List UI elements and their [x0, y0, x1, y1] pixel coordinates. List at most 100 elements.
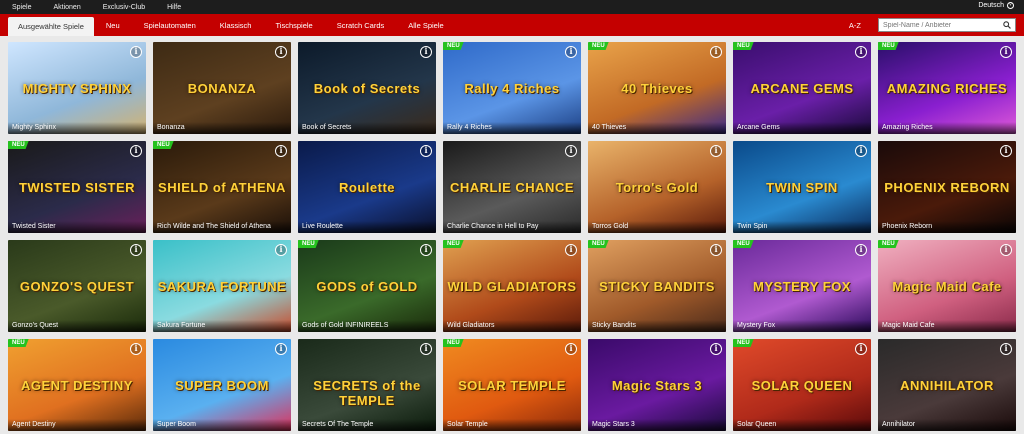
game-tile[interactable]: GONZO'S QUEST i Gonzo's Quest — [8, 240, 146, 332]
search-input[interactable] — [879, 21, 999, 29]
game-tile[interactable]: ANNIHILATOR i Annihilator — [878, 339, 1016, 431]
info-icon[interactable]: i — [130, 343, 142, 355]
info-icon[interactable]: i — [565, 46, 577, 58]
new-badge: NEU — [443, 42, 464, 50]
game-tile[interactable]: GODS of GOLD NEU i Gods of Gold INFINIREELS — [298, 240, 436, 332]
game-logo: Book of Secrets — [313, 80, 421, 96]
game-tile[interactable]: 40 Thieves NEU i 40 Thieves — [588, 42, 726, 134]
info-icon[interactable]: i — [130, 244, 142, 256]
game-tile[interactable]: AMAZING RICHES NEU i Amazing Riches — [878, 42, 1016, 134]
language-selector[interactable]: Deutsch ˅ — [978, 2, 1014, 9]
game-logo: SAKURA FORTUNE — [157, 278, 287, 294]
tab-ausgewaehlte-spiele[interactable]: Ausgewählte Spiele — [8, 17, 94, 36]
game-title: Rally 4 Riches — [443, 122, 581, 134]
game-tile[interactable]: SOLAR TEMPLE NEU i Solar Temple — [443, 339, 581, 431]
tab-tischspiele[interactable]: Tischspiele — [263, 14, 324, 36]
game-title: Solar Queen — [733, 419, 871, 431]
game-tile[interactable]: WILD GLADIATORS NEU i Wild Gladiators — [443, 240, 581, 332]
game-tile[interactable]: SUPER BOOM i Super Boom — [153, 339, 291, 431]
topbar-item-hilfe[interactable]: Hilfe — [167, 4, 181, 11]
game-tile[interactable]: Rally 4 Riches NEU i Rally 4 Riches — [443, 42, 581, 134]
game-tile[interactable]: SHIELD of ATHENA NEU i Rich Wilde and The S… — [153, 141, 291, 233]
game-logo: BONANZA — [187, 80, 257, 96]
game-logo: WILD GLADIATORS — [447, 278, 577, 294]
az-sort-button[interactable]: A-Z — [849, 21, 861, 30]
game-title: Arcane Gems — [733, 122, 871, 134]
game-tile[interactable]: CHARLIE CHANCE i Charlie Chance in Hell to… — [443, 141, 581, 233]
game-tile[interactable]: SOLAR QUEEN NEU i Solar Queen — [733, 339, 871, 431]
info-icon[interactable]: i — [710, 343, 722, 355]
info-icon[interactable]: i — [710, 244, 722, 256]
game-tile[interactable]: BONANZA i Bonanza — [153, 42, 291, 134]
game-title: Annihilator — [878, 419, 1016, 431]
info-icon[interactable]: i — [565, 244, 577, 256]
game-logo: SECRETS of the TEMPLE — [313, 377, 421, 408]
game-title: 40 Thieves — [588, 122, 726, 134]
game-title: Bonanza — [153, 122, 291, 134]
game-tile[interactable]: Magic Maid Cafe NEU i Magic Maid Cafe — [878, 240, 1016, 332]
info-icon[interactable]: i — [130, 145, 142, 157]
tab-spielautomaten[interactable]: Spielautomaten — [132, 14, 208, 36]
game-title: Mighty Sphinx — [8, 122, 146, 134]
tab-klassisch[interactable]: Klassisch — [208, 14, 264, 36]
game-logo: SOLAR QUEEN — [751, 377, 853, 393]
game-logo: Roulette — [339, 179, 395, 195]
new-badge: NEU — [733, 42, 754, 50]
info-icon[interactable]: i — [275, 46, 287, 58]
new-badge: NEU — [443, 339, 464, 347]
info-icon[interactable]: i — [1000, 145, 1012, 157]
game-tile[interactable]: Torro's Gold i Torros Gold — [588, 141, 726, 233]
game-tile[interactable]: STICKY BANDITS NEU i Sticky Bandits — [588, 240, 726, 332]
info-icon[interactable]: i — [275, 244, 287, 256]
game-tile[interactable]: TWISTED SISTER NEU i Twisted Sister — [8, 141, 146, 233]
tab-neu[interactable]: Neu — [94, 14, 132, 36]
game-tile[interactable]: MYSTERY FOX NEU i Mystery Fox — [733, 240, 871, 332]
info-icon[interactable]: i — [855, 244, 867, 256]
game-tile[interactable]: Roulette i Live Roulette — [298, 141, 436, 233]
info-icon[interactable]: i — [855, 46, 867, 58]
game-tile[interactable]: Magic Stars 3 i Magic Stars 3 — [588, 339, 726, 431]
tab-alle-spiele[interactable]: Alle Spiele — [396, 14, 455, 36]
info-icon[interactable]: i — [1000, 343, 1012, 355]
info-icon[interactable]: i — [710, 46, 722, 58]
info-icon[interactable]: i — [130, 46, 142, 58]
info-icon[interactable]: i — [420, 343, 432, 355]
category-nav: Ausgewählte Spiele Neu Spielautomaten Kl… — [0, 14, 1024, 36]
tab-scratch-cards[interactable]: Scratch Cards — [325, 14, 397, 36]
topbar-item-aktionen[interactable]: Aktionen — [53, 4, 80, 11]
game-logo: TWISTED SISTER — [18, 179, 136, 195]
info-icon[interactable]: i — [855, 145, 867, 157]
game-title: Gonzo's Quest — [8, 320, 146, 332]
info-icon[interactable]: i — [565, 343, 577, 355]
info-icon[interactable]: i — [710, 145, 722, 157]
game-logo: SOLAR TEMPLE — [458, 377, 566, 393]
info-icon[interactable]: i — [855, 343, 867, 355]
new-badge: NEU — [733, 240, 754, 248]
game-tile[interactable]: ARCANE GEMS NEU i Arcane Gems — [733, 42, 871, 134]
info-icon[interactable]: i — [420, 145, 432, 157]
game-tile[interactable]: SAKURA FORTUNE i Sakura Fortune — [153, 240, 291, 332]
game-logo: STICKY BANDITS — [599, 278, 715, 294]
topbar-item-exclusiv-club[interactable]: Exclusiv-Club — [103, 4, 145, 11]
info-icon[interactable]: i — [420, 46, 432, 58]
info-icon[interactable]: i — [420, 244, 432, 256]
game-tile[interactable]: PHOENIX REBORN i Phoenix Reborn — [878, 141, 1016, 233]
game-tile[interactable]: MIGHTY SPHINX i Mighty Sphinx — [8, 42, 146, 134]
info-icon[interactable]: i — [1000, 244, 1012, 256]
info-icon[interactable]: i — [1000, 46, 1012, 58]
game-tile[interactable]: TWIN SPIN i Twin Spin — [733, 141, 871, 233]
topbar-item-spiele[interactable]: Spiele — [12, 4, 31, 11]
info-icon[interactable]: i — [275, 145, 287, 157]
new-badge: NEU — [153, 141, 174, 149]
game-title: Magic Maid Cafe — [878, 320, 1016, 332]
game-logo: Rally 4 Riches — [464, 80, 560, 96]
game-title: Magic Stars 3 — [588, 419, 726, 431]
search-icon[interactable] — [1003, 21, 1011, 29]
info-icon[interactable]: i — [275, 343, 287, 355]
info-icon[interactable]: i — [565, 145, 577, 157]
game-tile[interactable]: Book of Secrets i Book of Secrets — [298, 42, 436, 134]
game-tile[interactable]: SECRETS of the TEMPLE i Secrets Of The Tem… — [298, 339, 436, 431]
game-logo: MYSTERY FOX — [753, 278, 851, 294]
game-title: Charlie Chance in Hell to Pay — [443, 221, 581, 233]
game-tile[interactable]: AGENT DESTINY NEU i Agent Destiny — [8, 339, 146, 431]
